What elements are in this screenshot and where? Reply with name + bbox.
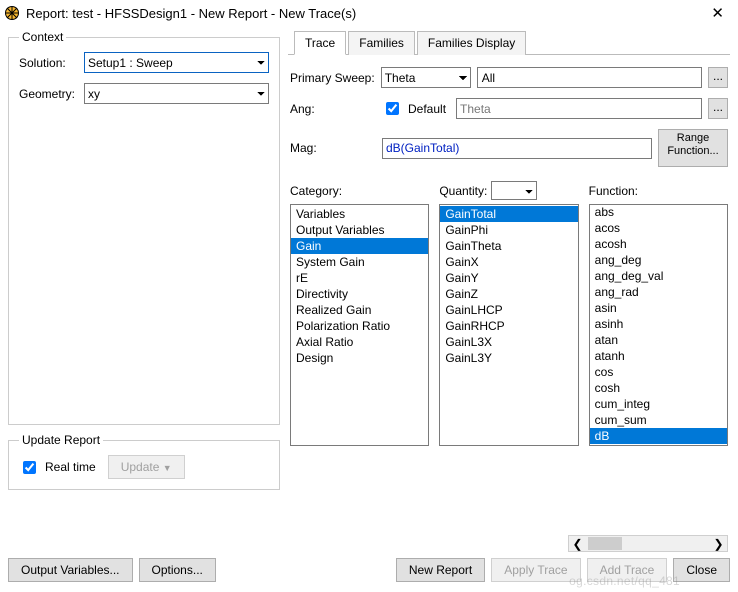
function-hscroll[interactable]: ❮ ❯ — [568, 535, 728, 552]
list-item[interactable]: Design — [291, 350, 428, 366]
list-item[interactable]: GainL3Y — [440, 350, 577, 366]
list-item[interactable]: cosh — [590, 380, 727, 396]
quantity-filter-select[interactable] — [491, 181, 537, 200]
close-button[interactable]: Close — [673, 558, 730, 582]
geometry-label: Geometry: — [19, 87, 84, 101]
primary-sweep-label: Primary Sweep: — [290, 71, 375, 85]
tab-families[interactable]: Families — [348, 31, 415, 55]
list-item[interactable]: System Gain — [291, 254, 428, 270]
solution-select[interactable]: Setup1 : Sweep — [84, 52, 269, 73]
add-trace-button: Add Trace — [587, 558, 668, 582]
mag-label: Mag: — [290, 141, 376, 155]
list-item[interactable]: atan — [590, 332, 727, 348]
geometry-select[interactable]: xy — [84, 83, 269, 104]
list-item[interactable]: GainL3X — [440, 334, 577, 350]
realtime-checkbox[interactable] — [23, 461, 36, 474]
list-item[interactable]: GainX — [440, 254, 577, 270]
list-item[interactable]: cum_integ — [590, 396, 727, 412]
update-button: Update ▼ — [108, 455, 185, 479]
list-item[interactable]: ang_rad — [590, 284, 727, 300]
ang-default-label: Default — [408, 102, 446, 116]
ang-more-button[interactable]: ... — [708, 98, 728, 119]
update-legend: Update Report — [19, 433, 103, 447]
quantity-header: Quantity: — [439, 184, 487, 198]
solution-label: Solution: — [19, 56, 84, 70]
function-listbox[interactable]: <none>absacosacoshang_degang_deg_valang_… — [589, 204, 728, 446]
new-report-button[interactable]: New Report — [396, 558, 485, 582]
update-report-group: Update Report Real time Update ▼ — [8, 433, 280, 490]
function-header: Function: — [589, 184, 638, 198]
output-variables-button[interactable]: Output Variables... — [8, 558, 133, 582]
list-item[interactable]: ang_deg_val — [590, 268, 727, 284]
list-item[interactable]: Axial Ratio — [291, 334, 428, 350]
realtime-label: Real time — [45, 460, 96, 474]
list-item[interactable]: Realized Gain — [291, 302, 428, 318]
category-header: Category: — [290, 184, 342, 198]
context-group: Context Solution: Setup1 : Sweep Geometr… — [8, 30, 280, 425]
list-item[interactable]: asinh — [590, 316, 727, 332]
tab-trace[interactable]: Trace — [294, 31, 346, 55]
tab-families-display[interactable]: Families Display — [417, 31, 526, 55]
options-button[interactable]: Options... — [139, 558, 216, 582]
quantity-listbox[interactable]: GainTotalGainPhiGainThetaGainXGainYGainZ… — [439, 204, 578, 446]
list-item[interactable]: dB — [590, 428, 727, 444]
range-function-button[interactable]: Range Function... — [658, 129, 728, 167]
primary-sweep-values[interactable]: All — [477, 67, 702, 88]
list-item[interactable]: Polarization Ratio — [291, 318, 428, 334]
list-item[interactable]: asin — [590, 300, 727, 316]
close-icon[interactable]: ✕ — [705, 4, 730, 22]
list-item[interactable]: GainZ — [440, 286, 577, 302]
list-item[interactable]: acos — [590, 220, 727, 236]
app-icon — [4, 5, 20, 21]
list-item[interactable]: GainY — [440, 270, 577, 286]
list-item[interactable]: GainTotal — [440, 206, 577, 222]
list-item[interactable]: Directivity — [291, 286, 428, 302]
list-item[interactable]: GainRHCP — [440, 318, 577, 334]
primary-sweep-more-button[interactable]: ... — [708, 67, 728, 88]
apply-trace-button: Apply Trace — [491, 558, 580, 582]
list-item[interactable]: rE — [291, 270, 428, 286]
list-item[interactable]: Variables — [291, 206, 428, 222]
list-item[interactable]: GainTheta — [440, 238, 577, 254]
primary-sweep-select[interactable]: Theta — [381, 67, 471, 88]
list-item[interactable]: cos — [590, 364, 727, 380]
list-item[interactable]: atanh — [590, 348, 727, 364]
ang-field — [456, 98, 702, 119]
category-listbox[interactable]: VariablesOutput VariablesGainSystem Gain… — [290, 204, 429, 446]
list-item[interactable]: ang_deg — [590, 252, 727, 268]
list-item[interactable]: acosh — [590, 236, 727, 252]
list-item[interactable]: cum_sum — [590, 412, 727, 428]
tab-bar: Trace Families Families Display — [288, 30, 730, 55]
list-item[interactable]: Gain — [291, 238, 428, 254]
list-item[interactable]: GainPhi — [440, 222, 577, 238]
scroll-left-icon[interactable]: ❮ — [569, 537, 586, 551]
list-item[interactable]: GainLHCP — [440, 302, 577, 318]
window-title: Report: test - HFSSDesign1 - New Report … — [26, 6, 705, 21]
ang-default-checkbox[interactable] — [386, 102, 399, 115]
ang-label: Ang: — [290, 102, 376, 116]
list-item[interactable]: Output Variables — [291, 222, 428, 238]
list-item[interactable]: abs — [590, 204, 727, 220]
scroll-right-icon[interactable]: ❯ — [710, 537, 727, 551]
mag-field[interactable] — [382, 138, 652, 159]
context-legend: Context — [19, 30, 66, 44]
